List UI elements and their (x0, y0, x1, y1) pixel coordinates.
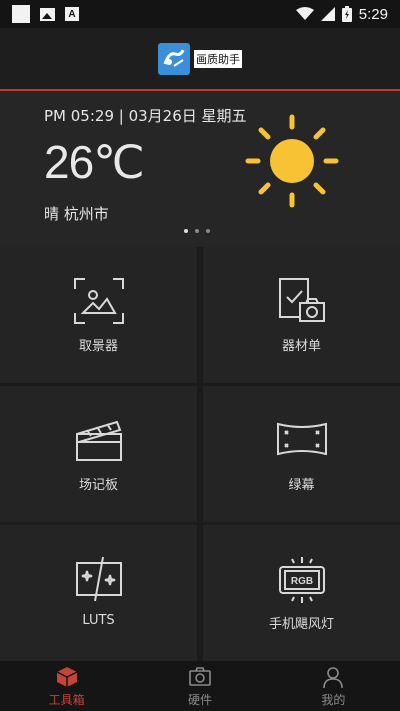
svg-text:RGB: RGB (290, 576, 312, 587)
app-notification-icon: A (65, 7, 79, 21)
signal-icon (320, 7, 335, 21)
tool-green-screen[interactable]: 绿幕 (203, 386, 400, 522)
tab-profile[interactable]: 我的 (267, 661, 400, 711)
tab-label: 工具箱 (48, 692, 85, 707)
tool-label: 取景器 (78, 339, 118, 354)
tool-luts[interactable]: LUTS (0, 525, 197, 661)
image-notification-icon (40, 7, 55, 21)
weather-temperature: 26℃ (44, 136, 145, 188)
tool-viewfinder[interactable]: 取景器 (0, 247, 197, 383)
page-dot (184, 229, 188, 233)
tab-label: 硬件 (187, 692, 212, 707)
wifi-icon (295, 7, 314, 20)
tool-clapperboard[interactable]: 场记板 (0, 386, 197, 522)
tool-grid: 取景器 器材单 场记板 绿幕 LUTS RGB 手机飓风灯 (0, 247, 400, 661)
tool-label: 器材单 (281, 339, 321, 354)
page-indicator (184, 229, 210, 233)
tool-rgb-light[interactable]: RGB 手机飓风灯 (203, 525, 400, 661)
user-icon (323, 666, 344, 688)
camera-icon (189, 666, 211, 686)
weather-datetime: PM 05:29 | 03月26日 星期五 (44, 107, 247, 125)
tool-equipment-list[interactable]: 器材单 (203, 247, 400, 383)
battery-icon (341, 6, 352, 22)
green-screen-icon (276, 422, 327, 456)
rgb-light-icon: RGB (278, 557, 325, 603)
tool-label: 绿幕 (288, 478, 315, 493)
notification-icon (12, 5, 30, 23)
toolbox-cube-icon (56, 666, 77, 687)
logo-icon (158, 42, 190, 75)
status-bar: A 5:29 (0, 0, 400, 28)
tool-label: 场记板 (78, 478, 118, 493)
weather-location: 晴 杭州市 (44, 205, 109, 223)
tab-hardware[interactable]: 硬件 (133, 661, 266, 711)
app-header: 画质助手 (0, 28, 400, 91)
clapperboard-icon (75, 420, 122, 461)
weather-card[interactable]: PM 05:29 | 03月26日 星期五 26℃ 晴 杭州市 (0, 91, 400, 247)
luts-icon (75, 556, 122, 602)
sun-icon (245, 114, 339, 208)
tool-label: 手机飓风灯 (268, 617, 334, 632)
logo-text: 画质助手 (194, 49, 242, 68)
viewfinder-icon (73, 278, 124, 324)
app-logo: 画质助手 (158, 42, 242, 75)
status-time: 5:29 (358, 5, 388, 23)
bottom-tab-bar: 工具箱 硬件 我的 (0, 661, 400, 711)
page-dot (206, 229, 210, 233)
page-dot (195, 229, 199, 233)
tool-label: LUTS (82, 613, 115, 628)
tab-label: 我的 (321, 692, 346, 707)
tab-toolbox[interactable]: 工具箱 (0, 661, 133, 711)
equipment-list-icon (278, 278, 325, 322)
